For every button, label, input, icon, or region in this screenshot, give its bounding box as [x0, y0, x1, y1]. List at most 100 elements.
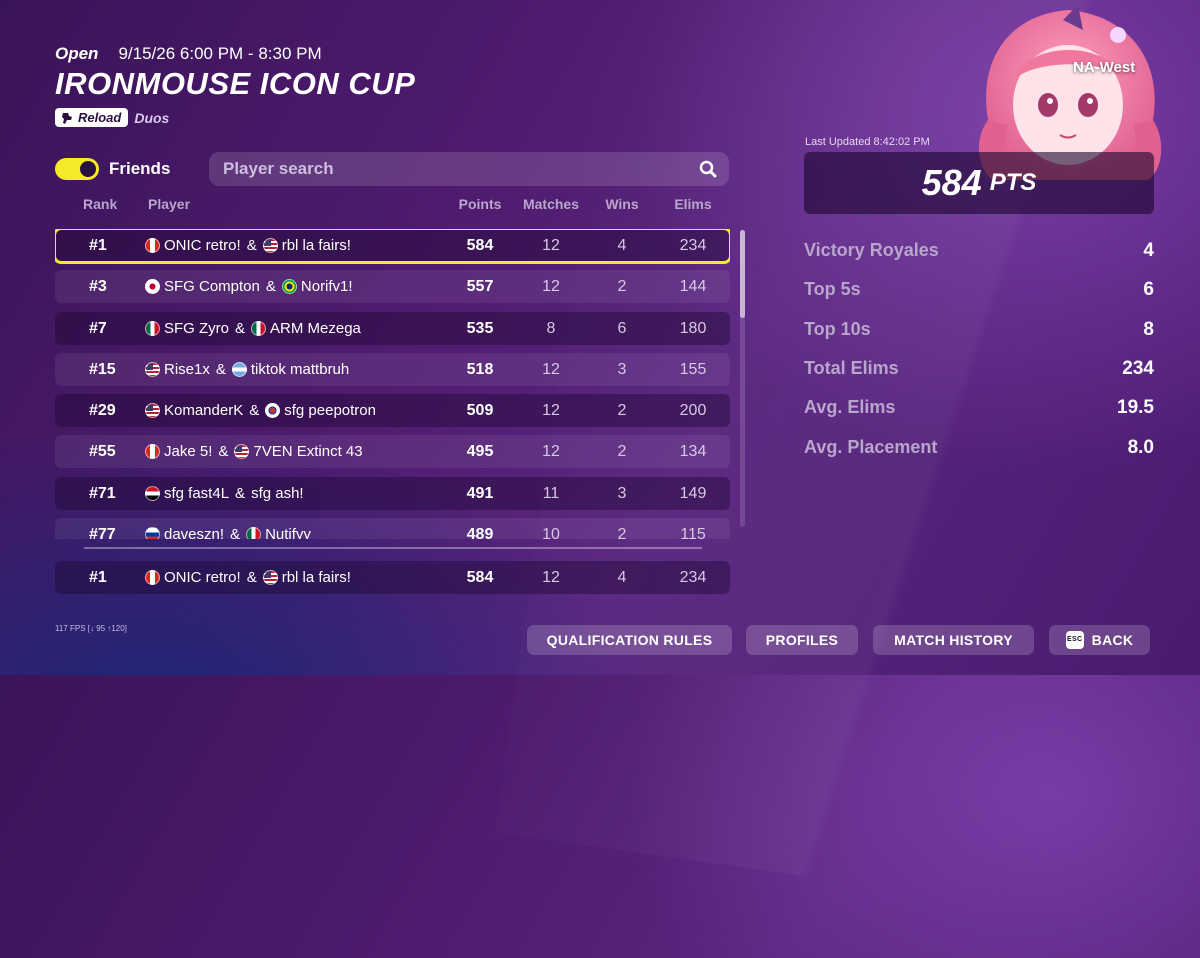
points-cell: 518 — [466, 360, 494, 378]
points-cell: 495 — [466, 443, 494, 461]
event-modes: Reload Duos — [55, 108, 169, 127]
stat-row: Total Elims 234 — [804, 358, 1154, 380]
flag-icon — [251, 320, 267, 336]
event-title: IRONMOUSE ICON CUP — [55, 66, 416, 101]
col-points: Points — [458, 196, 502, 212]
player-name: Rise1x — [164, 360, 210, 378]
wins-cell: 3 — [617, 360, 627, 378]
divider — [84, 547, 702, 549]
wins-cell: 2 — [617, 443, 627, 461]
player-name: KomanderK — [164, 402, 244, 420]
search-input[interactable] — [221, 158, 665, 180]
wins-cell: 2 — [617, 278, 627, 296]
stat-row: Top 10s 8 — [804, 319, 1154, 341]
table-row[interactable]: #71 sfg fast4L & sfg ash! 491 11 3 149 — [55, 476, 730, 510]
col-elims: Elims — [674, 196, 712, 212]
points-unit: PTS — [989, 169, 1037, 196]
player-name: Jake 5! — [164, 443, 213, 461]
points-cell: 535 — [466, 319, 494, 337]
col-player: Player — [148, 196, 191, 212]
stat-label: Victory Royales — [804, 240, 939, 260]
reload-icon — [62, 112, 72, 124]
flag-icon — [262, 238, 278, 253]
leaderboard-list: #1 ONIC retro! & rbl la fairs! 584 12 4 234 #3 SF… — [55, 229, 730, 539]
stat-row: Victory Royales 4 — [804, 240, 1154, 262]
friends-toggle[interactable] — [55, 158, 99, 180]
stat-row: Top 5s 6 — [804, 279, 1154, 301]
total-points-box: 584 PTS — [804, 152, 1154, 214]
rank-cell: #1 — [89, 569, 107, 586]
toggle-knob — [80, 161, 96, 177]
my-team-row-container: #1 ONIC retro! & rbl la fairs! 584 12 4 234 — [55, 561, 730, 602]
flag-icon — [145, 527, 160, 539]
rank-cell: #15 — [89, 360, 116, 378]
back-button[interactable]: ESC BACK — [1049, 625, 1150, 655]
flag-icon — [145, 444, 160, 460]
stat-value: 4 — [1143, 240, 1154, 261]
player-name: SFG Compton — [164, 278, 260, 296]
table-row[interactable]: #15 Rise1x & tiktok mattbruh 518 12 3 155 — [55, 352, 730, 386]
flag-icon — [145, 238, 160, 253]
qualification-rules-button[interactable]: QUALIFICATION RULES — [527, 625, 732, 655]
match-history-button[interactable]: MATCH HISTORY — [873, 625, 1034, 655]
player-search[interactable] — [209, 152, 729, 186]
flag-icon — [145, 320, 160, 336]
flag-icon — [145, 403, 160, 419]
stat-row: Avg. Placement 8.0 — [804, 437, 1154, 459]
event-status: Open — [55, 44, 99, 63]
player-name: SFG Zyro — [164, 319, 230, 337]
stat-value: 234 — [1122, 357, 1154, 379]
ampersand: & — [235, 484, 246, 502]
table-row[interactable]: #29 KomanderK & sfg peepotron 509 12 2 200 — [55, 394, 730, 428]
wins-cell: 6 — [617, 319, 627, 337]
rank-cell: #1 — [89, 237, 107, 254]
player-name: ARM Mezega — [270, 319, 361, 337]
elims-cell: 149 — [679, 484, 707, 502]
table-row[interactable]: #1 ONIC retro! & rbl la fairs! 584 12 4 234 — [55, 229, 730, 264]
player-cell: SFG Zyro & ARM Mezega — [145, 312, 361, 345]
player-name: daveszn! — [164, 526, 225, 539]
elims-cell: 234 — [679, 569, 707, 586]
profiles-button[interactable]: PROFILES — [746, 625, 858, 655]
table-row[interactable]: #55 Jake 5! & 7VEN Extinct 43 495 12 2 134 — [55, 435, 730, 469]
rank-cell: #55 — [89, 443, 116, 461]
player-name: ONIC retro! — [164, 569, 241, 586]
flag-icon — [281, 279, 297, 295]
table-row[interactable]: #3 SFG Compton & Norifv1! 557 12 2 144 — [55, 270, 730, 304]
flag-icon — [265, 403, 281, 419]
elims-cell: 115 — [680, 526, 706, 539]
table-row[interactable]: #7 SFG Zyro & ARM Mezega 535 8 6 180 — [55, 311, 730, 345]
reload-badge: Reload — [55, 108, 129, 127]
event-datetime: 9/15/26 6:00 PM - 8:30 PM — [118, 44, 322, 63]
points-cell: 509 — [466, 402, 494, 420]
table-row[interactable]: #77 daveszn! & Nutifyy 489 10 2 115 — [55, 518, 730, 539]
scrollbar[interactable] — [740, 230, 745, 527]
friends-filter[interactable]: Friends — [55, 158, 170, 180]
qualification-rules-label: QUALIFICATION RULES — [546, 632, 713, 648]
friends-label: Friends — [109, 159, 171, 178]
rank-cell: #3 — [89, 278, 107, 296]
rank-cell: #29 — [89, 402, 116, 420]
matches-cell: 12 — [542, 278, 560, 296]
player-cell: ONIC retro! & rbl la fairs! — [145, 229, 351, 262]
player-name: 7VEN Extinct 43 — [253, 443, 363, 461]
player-name: sfg ash! — [251, 484, 304, 502]
wins-cell: 2 — [617, 402, 627, 420]
elims-cell: 155 — [679, 360, 707, 378]
search-icon[interactable] — [699, 160, 717, 178]
stat-value: 8.0 — [1127, 436, 1154, 458]
ampersand: & — [235, 319, 246, 337]
stat-row: Avg. Elims 19.5 — [804, 397, 1154, 419]
matches-cell: 12 — [542, 237, 560, 254]
matches-cell: 12 — [542, 443, 560, 461]
wins-cell: 2 — [617, 526, 627, 539]
back-label: BACK — [1091, 632, 1134, 648]
flag-icon — [262, 570, 278, 585]
player-cell: Jake 5! & 7VEN Extinct 43 — [145, 435, 363, 468]
rank-cell: #7 — [89, 319, 107, 337]
total-points: 584 — [921, 162, 982, 203]
col-rank: Rank — [83, 196, 118, 212]
scrollbar-thumb[interactable] — [740, 230, 745, 318]
table-row[interactable]: #1 ONIC retro! & rbl la fairs! 584 12 4 234 — [55, 561, 730, 594]
player-cell: SFG Compton & Norifv1! — [145, 270, 353, 303]
